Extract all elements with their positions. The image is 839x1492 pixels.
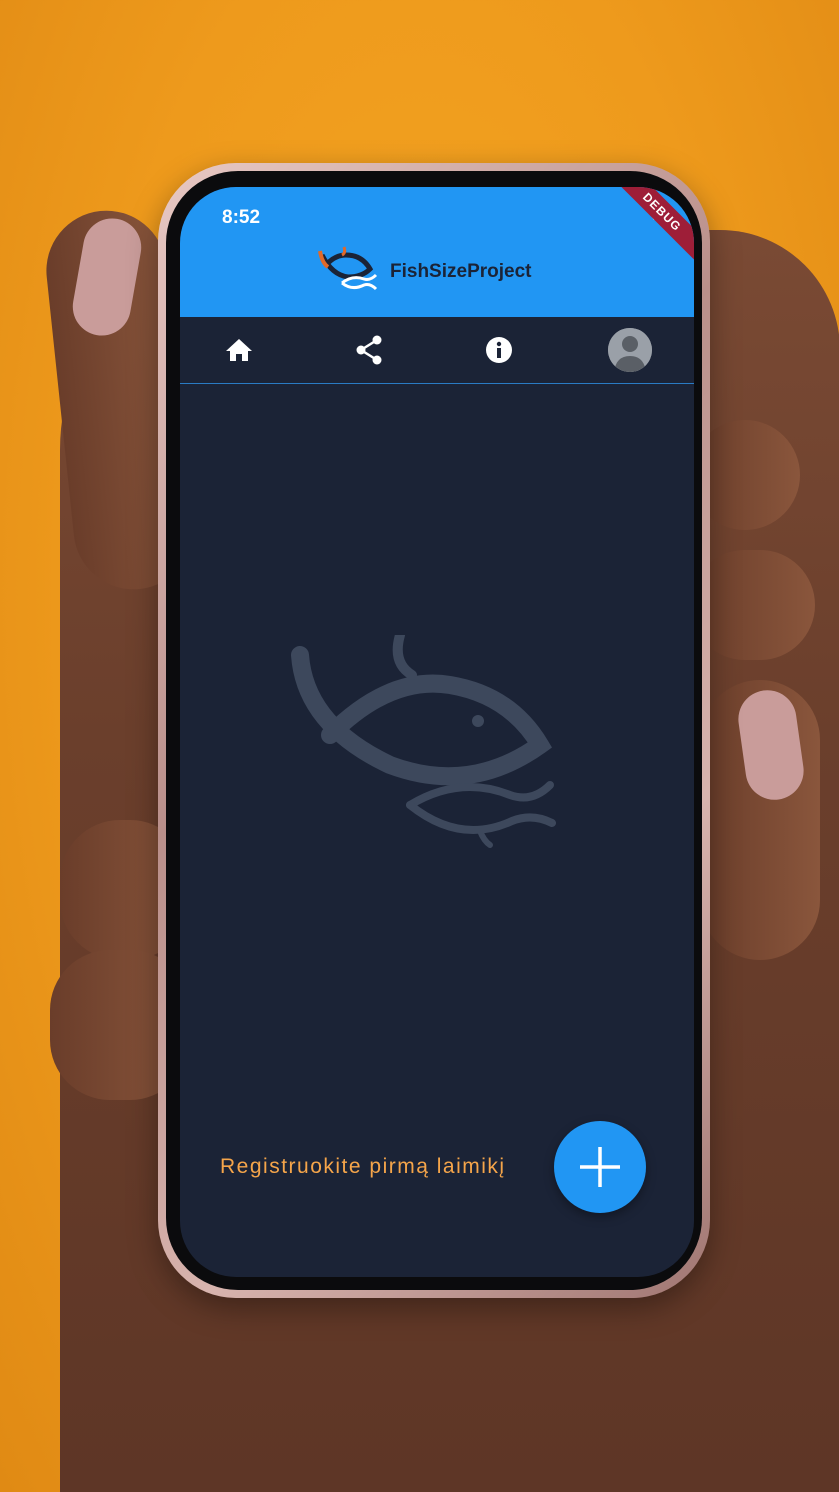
nav-info[interactable] <box>476 327 522 373</box>
plus-icon <box>580 1147 620 1187</box>
nav-home[interactable] <box>216 327 262 373</box>
nav-profile[interactable] <box>608 328 652 372</box>
share-icon <box>356 335 382 365</box>
status-time: 8:52 <box>222 207 261 228</box>
debug-banner: DEBUG <box>604 187 694 270</box>
add-catch-button[interactable] <box>554 1121 646 1213</box>
app-brand: FishSizeProject <box>318 245 532 298</box>
empty-state-text: Registruokite pirmą laimikį <box>220 1155 506 1178</box>
fish-logo-icon <box>318 245 382 298</box>
app-bar: 8:52 DEBUG FishSizeProject <box>180 187 694 317</box>
top-navbar <box>180 317 694 384</box>
info-icon <box>486 337 512 363</box>
home-icon <box>226 339 252 361</box>
avatar-icon <box>608 328 652 372</box>
app-title: FishSizeProject <box>390 260 532 282</box>
phone-frame: 8:52 DEBUG FishSizeProject Registruokite… <box>158 163 710 1298</box>
app-screen: 8:52 DEBUG FishSizeProject Registruokite… <box>180 187 694 1277</box>
nav-share[interactable] <box>346 327 392 373</box>
fish-watermark-icon <box>280 630 570 870</box>
